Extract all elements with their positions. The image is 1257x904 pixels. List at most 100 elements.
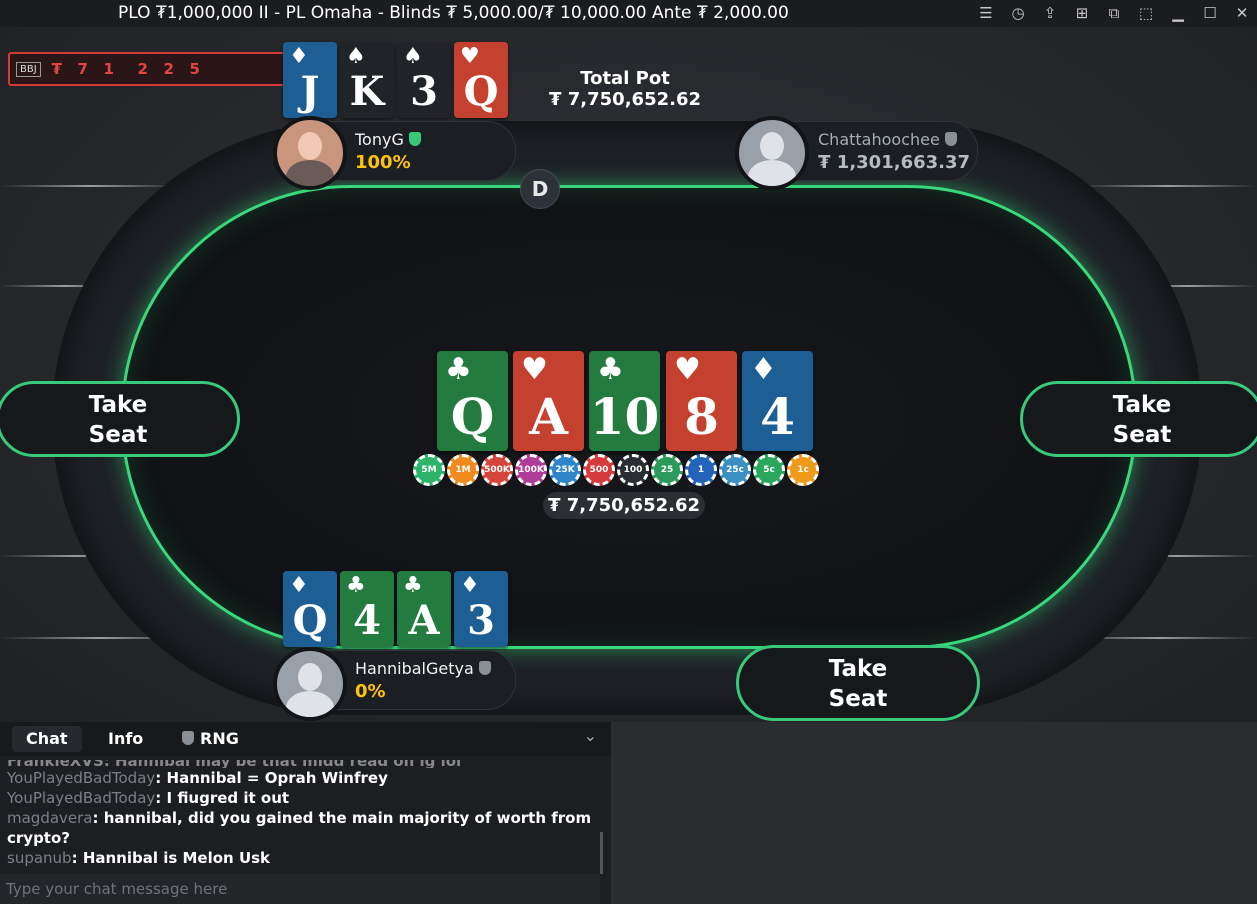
light-streak	[0, 185, 180, 187]
card-rank: A	[529, 387, 568, 446]
chat-message-partial: FrankieXVS: Hannibal may be that midd re…	[7, 760, 592, 768]
shield-icon	[944, 132, 957, 146]
chat-message: magdavera: hannibal, did you gained the …	[7, 809, 592, 847]
bbj-logo: BBJ	[16, 61, 41, 77]
chat-text: Hannibal is Melon Usk	[82, 849, 271, 867]
chip: 5c	[753, 454, 785, 486]
shield-icon	[182, 731, 194, 745]
chip: 5M	[413, 454, 445, 486]
tables-icon[interactable]: ⧉	[1103, 2, 1125, 24]
total-pot: Total Pot ₮ 7,750,652.62	[540, 68, 710, 110]
take-seat-left-button[interactable]: Take Seat	[0, 381, 240, 457]
minimize-to-tray-icon[interactable]: ⬚	[1135, 2, 1157, 24]
take-seat-bottom-right-button[interactable]: Take Seat	[736, 645, 980, 721]
hole-card: ♦ J	[283, 42, 337, 118]
avatar[interactable]	[273, 116, 347, 190]
chat-scrollbar[interactable]	[600, 832, 603, 874]
tab-rng-label: RNG	[200, 729, 239, 748]
pot-chips: 5M 1M 500K 100K 25K 500 100 25 1 25c 5c …	[413, 454, 819, 486]
chat-input[interactable]: Type your chat message here	[0, 874, 600, 904]
bbj-digit: 2	[163, 60, 174, 78]
board-card: ♣ Q	[437, 351, 508, 451]
chat-panel: Chat Info RNG ⌄ FrankieXVS: Hannibal may…	[0, 722, 611, 904]
total-pot-label: Total Pot	[580, 68, 670, 89]
card-rank: 3	[467, 597, 495, 644]
chat-message: YouPlayedBadToday: I fiugred it out	[7, 789, 290, 807]
chip: 1c	[787, 454, 819, 486]
history-icon[interactable]: ◷	[1007, 2, 1029, 24]
hole-card: ♣ 4	[340, 571, 394, 647]
total-pot-value: ₮ 7,750,652.62	[548, 89, 702, 110]
pot-amount: ₮ 7,750,652.62	[543, 492, 705, 519]
hole-card: ♦ 3	[454, 571, 508, 647]
chip: 25K	[549, 454, 581, 486]
player-name: HannibalGetya	[355, 659, 491, 678]
chat-text: hannibal, did you gained the main majori…	[7, 809, 592, 847]
light-streak	[1080, 185, 1257, 187]
club-icon: ♣	[346, 573, 366, 598]
bbj-digit: 1	[103, 60, 114, 78]
tab-rng[interactable]: RNG	[168, 726, 253, 752]
bbj-digit: 7	[77, 60, 88, 78]
chat-message: supanub: Hannibal is Melon Usk	[7, 849, 271, 867]
chat-username: YouPlayedBadToday	[7, 789, 156, 807]
chevron-down-icon[interactable]: ⌄	[584, 726, 597, 745]
board-card: ♥ 8	[666, 351, 737, 451]
chip: 1	[685, 454, 717, 486]
table-title: PLO ₮1,000,000 II - PL Omaha - Blinds ₮ …	[118, 3, 789, 23]
take-seat-label: Seat	[88, 422, 148, 448]
chat-tabs: Chat Info RNG ⌄	[0, 722, 611, 756]
card-rank: A	[408, 597, 440, 644]
chip: 100	[617, 454, 649, 486]
avatar[interactable]	[273, 647, 347, 721]
tab-chat[interactable]: Chat	[12, 726, 82, 752]
tab-info[interactable]: Info	[94, 726, 157, 752]
player-stack: ₮ 1,301,663.37	[818, 152, 971, 173]
shield-icon	[478, 661, 491, 675]
player-name: Chattahoochee	[818, 130, 957, 149]
close-icon[interactable]: ✕	[1231, 2, 1253, 24]
side-panel	[611, 722, 1257, 904]
diamond-icon: ♦	[460, 573, 480, 598]
card-rank: 4	[760, 387, 795, 446]
club-icon: ♣	[445, 352, 472, 387]
avatar-body	[748, 160, 796, 186]
menu-icon[interactable]: ☰	[975, 2, 997, 24]
spade-icon: ♠	[346, 44, 366, 69]
avatar-head	[760, 132, 784, 160]
chat-username: YouPlayedBadToday	[7, 769, 156, 787]
chat-text: Hannibal = Oprah Winfrey	[166, 769, 388, 787]
grid-icon[interactable]: ⊞	[1071, 2, 1093, 24]
spade-icon: ♠	[403, 44, 423, 69]
chip: 500K	[481, 454, 513, 486]
card-rank: Q	[450, 387, 495, 446]
heart-icon: ♥	[460, 44, 480, 69]
bbj-digit: 5	[189, 60, 200, 78]
card-rank: J	[300, 68, 320, 115]
minimize-icon[interactable]: ▁	[1167, 2, 1189, 24]
hole-card: ♦ Q	[283, 571, 337, 647]
diamond-icon: ♦	[289, 44, 309, 69]
hole-card: ♣ A	[397, 571, 451, 647]
card-rank: 3	[410, 68, 438, 115]
bbj-digit: ₮	[51, 60, 62, 78]
heart-icon: ♥	[521, 352, 548, 387]
take-seat-right-button[interactable]: Take Seat	[1020, 381, 1257, 457]
chip: 1M	[447, 454, 479, 486]
hole-card: ♠ 3	[397, 42, 451, 118]
avatar[interactable]	[735, 116, 809, 190]
card-rank: 4	[353, 597, 381, 644]
take-seat-label: Seat	[828, 686, 888, 712]
share-icon[interactable]: ⇪	[1039, 2, 1061, 24]
card-rank: 10	[589, 387, 660, 446]
bad-beat-jackpot[interactable]: BBJ ₮ 7 1 2 2 5	[8, 52, 288, 86]
take-seat-label: Take	[88, 392, 148, 418]
chip: 100K	[515, 454, 547, 486]
hole-card: ♥ Q	[454, 42, 508, 118]
window-controls: ☰ ◷ ⇪ ⊞ ⧉ ⬚ ▁ ☐ ✕	[975, 2, 1253, 24]
card-rank: Q	[292, 597, 328, 644]
chip: 25c	[719, 454, 751, 486]
chip: 25	[651, 454, 683, 486]
hole-card: ♠ K	[340, 42, 394, 118]
maximize-icon[interactable]: ☐	[1199, 2, 1221, 24]
